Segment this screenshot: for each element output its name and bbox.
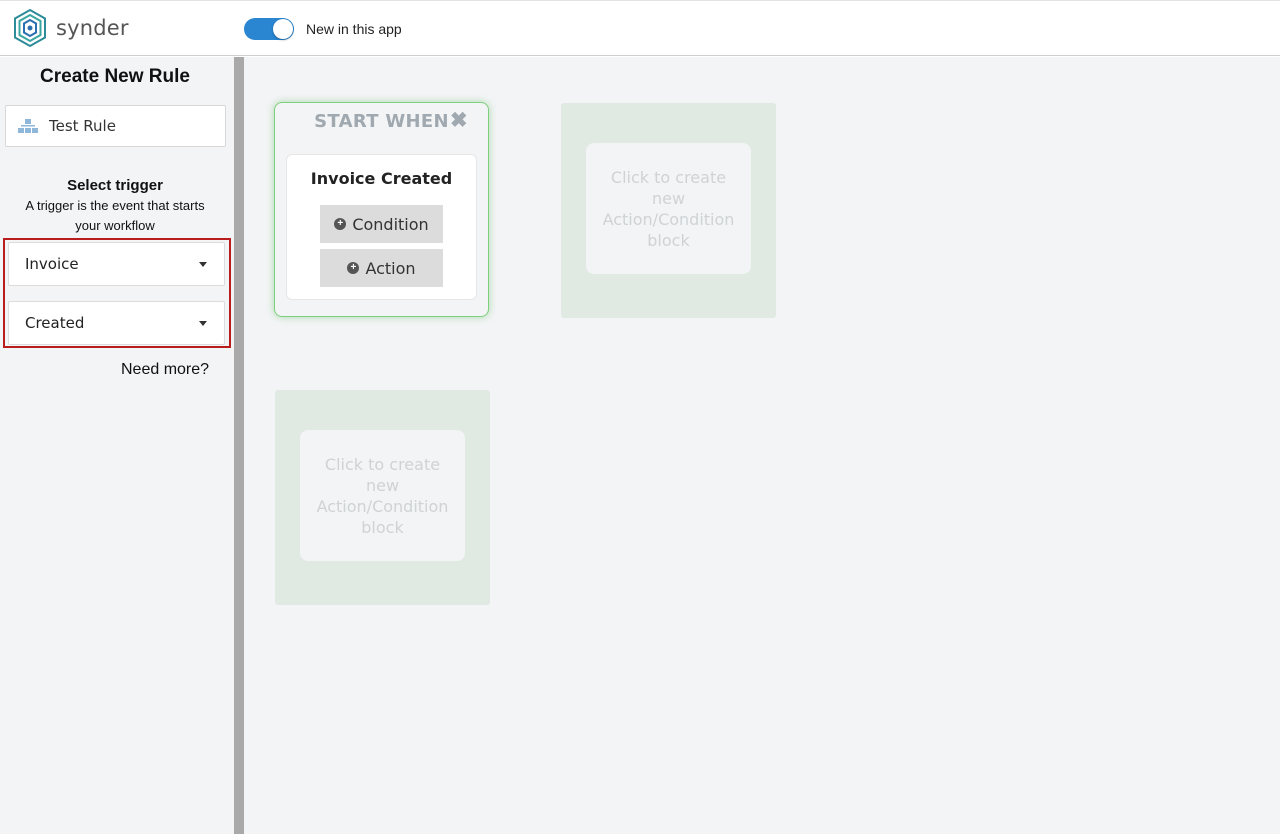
page-title: Create New Rule [40,66,190,87]
toggle-knob [273,19,293,39]
trigger-description: A trigger is the event that starts your … [25,198,205,233]
rule-sidebar: Create New Rule Test Rule Select trigger… [0,57,234,834]
start-when-block[interactable]: START WHEN ✖ Invoice Created + Condition… [274,102,489,317]
select-trigger-heading: Select trigger [67,177,163,194]
trigger-entity-select[interactable]: Invoice [8,242,225,286]
start-when-label: START WHEN [314,111,449,132]
need-more-link[interactable]: Need more? [121,361,209,379]
trigger-event-select[interactable]: Created [8,301,225,345]
workflow-canvas: START WHEN ✖ Invoice Created + Condition… [244,57,1280,834]
trigger-event-value: Created [25,314,85,332]
synder-logo-icon [14,8,46,48]
add-action-button[interactable]: + Action [320,249,443,287]
logo-text: synder [56,16,129,40]
create-block-placeholder[interactable]: Click to create new Action/Condition blo… [561,103,776,318]
new-in-app-toggle[interactable] [244,18,294,40]
hierarchy-icon [18,119,38,133]
synder-logo[interactable]: synder [12,8,129,48]
sidebar-resize-handle[interactable] [234,57,244,834]
add-condition-button[interactable]: + Condition [320,205,443,243]
trigger-name: Invoice Created [310,169,453,188]
placeholder-text: Click to create new Action/Condition blo… [586,143,751,274]
top-bar: synder New in this app [0,0,1280,56]
caret-down-icon [199,321,207,326]
trigger-card: Invoice Created + Condition + Action [286,154,477,300]
add-action-label: Action [365,258,416,278]
create-block-placeholder[interactable]: Click to create new Action/Condition blo… [275,390,490,605]
plus-circle-icon: + [334,218,347,230]
placeholder-text: Click to create new Action/Condition blo… [300,430,465,561]
rule-name-value: Test Rule [49,117,116,135]
close-icon[interactable]: ✖ [450,108,468,133]
rule-name-input[interactable]: Test Rule [5,105,226,147]
toggle-label: New in this app [306,21,402,37]
trigger-entity-value: Invoice [25,255,79,273]
add-condition-label: Condition [352,214,429,234]
plus-circle-icon: + [347,262,360,274]
caret-down-icon [199,262,207,267]
